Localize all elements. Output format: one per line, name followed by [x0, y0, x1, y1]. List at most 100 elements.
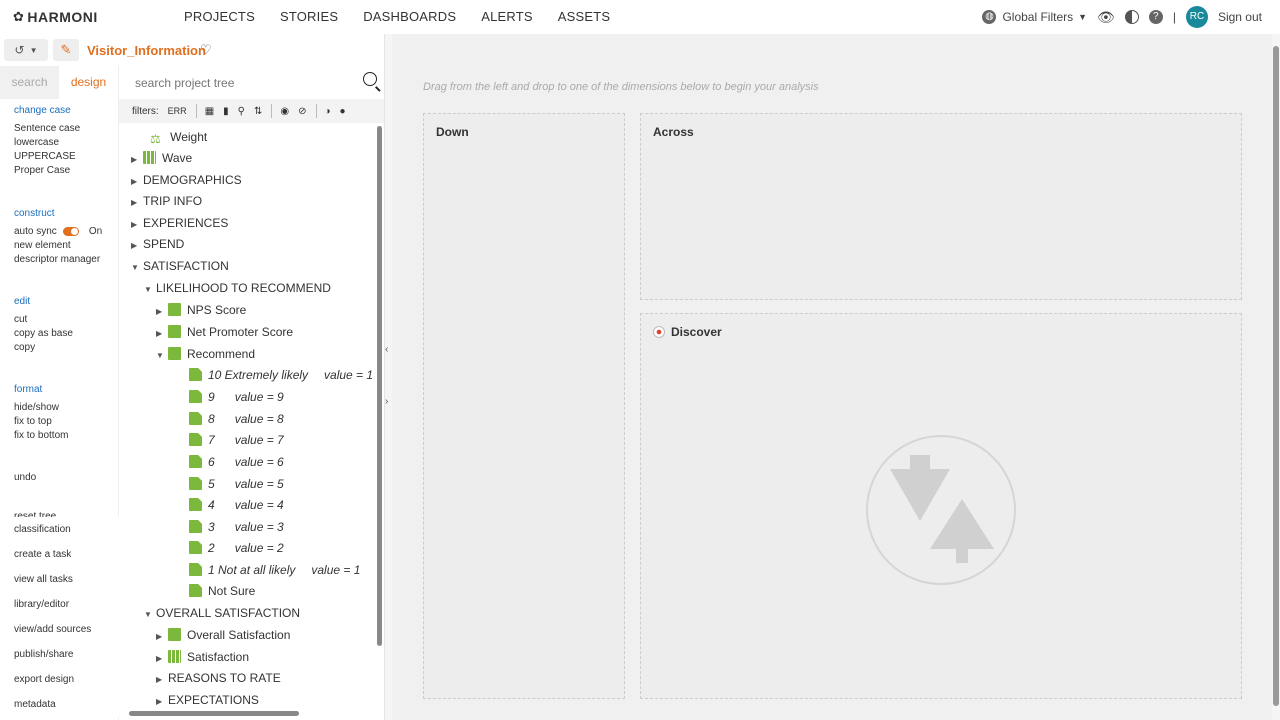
search-icon[interactable] — [363, 72, 377, 86]
chevron-right-icon[interactable]: ▶ — [131, 150, 143, 170]
tree-node[interactable]: ▶ SPEND — [131, 234, 184, 254]
chevron-right-icon[interactable]: ▶ — [156, 670, 168, 690]
signout-link[interactable]: Sign out — [1218, 10, 1262, 24]
chevron-right-icon[interactable]: ▶ — [131, 236, 143, 256]
tree-node[interactable]: ▶ EXPECTATIONS — [156, 690, 259, 710]
project-name[interactable]: Visitor_Information — [87, 43, 206, 58]
tree-node[interactable]: 1 Not at all likely value = 1 — [189, 560, 360, 580]
contrast-filter-icon[interactable]: ◑ — [325, 106, 331, 117]
undo[interactable]: undo — [14, 471, 36, 485]
menu-view-all-tasks[interactable]: view all tasks — [0, 567, 119, 592]
chevron-right-icon[interactable]: ▶ — [156, 324, 168, 344]
tree-node[interactable]: 8 value = 8 — [189, 409, 284, 429]
tree-node[interactable]: 6 value = 6 — [189, 452, 284, 472]
copy-as-base[interactable]: copy as base — [14, 327, 73, 341]
tree-search-input[interactable] — [135, 74, 350, 92]
chevron-down-icon[interactable]: ▼ — [156, 346, 168, 366]
tree-node[interactable]: 3 value = 3 — [189, 517, 284, 537]
tree-node[interactable]: ▼ Recommend — [156, 344, 255, 364]
tab-search[interactable]: search — [0, 66, 59, 99]
sort-filter-icon[interactable]: ⇅ — [254, 106, 262, 117]
show-filter-icon[interactable]: ◉ — [280, 106, 289, 117]
tree-node[interactable]: 4 value = 4 — [189, 495, 284, 515]
menu-publish-share[interactable]: publish/share — [0, 642, 119, 667]
nav-alerts[interactable]: ALERTS — [481, 0, 533, 34]
new-element[interactable]: new element — [14, 239, 102, 253]
tree-node[interactable]: ▼ SATISFACTION — [131, 256, 229, 276]
filter-err[interactable]: ERR — [168, 106, 187, 116]
hide-filter-icon[interactable]: ⊘ — [298, 106, 306, 117]
chevron-right-icon[interactable]: ▶ — [131, 172, 143, 192]
fix-to-top[interactable]: fix to top — [14, 415, 68, 429]
proper-case[interactable]: Proper Case — [14, 164, 80, 178]
global-filters-button[interactable]: ◍ Global Filters ▼ — [982, 10, 1087, 24]
menu-classification[interactable]: classification — [0, 517, 119, 542]
tree-node[interactable]: ▼ OVERALL SATISFACTION — [144, 603, 300, 623]
history-button[interactable]: ↺ ▼ — [4, 39, 48, 61]
tree-node[interactable]: ⚖ Weight — [150, 127, 207, 147]
tree-node[interactable]: 5 value = 5 — [189, 474, 284, 494]
chevron-left-icon[interactable]: ‹ — [385, 344, 388, 355]
tree-node[interactable]: 7 value = 7 — [189, 430, 284, 450]
down-dropzone[interactable]: Down — [423, 113, 625, 699]
tree-node[interactable]: ▶ Overall Satisfaction — [156, 625, 290, 645]
construct-head[interactable]: construct — [14, 208, 102, 219]
chevron-down-icon[interactable]: ▼ — [131, 258, 143, 278]
sentence-case[interactable]: Sentence case — [14, 122, 80, 136]
copy[interactable]: copy — [14, 341, 73, 355]
tree-node[interactable]: 10 Extremely likely value = 1 — [189, 365, 373, 385]
panel-splitter[interactable]: ‹ › — [384, 34, 392, 720]
chevron-right-icon[interactable]: ▶ — [156, 692, 168, 710]
tree-node[interactable]: ▶ Wave — [131, 148, 192, 168]
contrast-icon[interactable] — [1124, 10, 1139, 24]
tree-node[interactable]: ▶ DEMOGRAPHICS — [131, 170, 242, 190]
auto-sync-toggle[interactable] — [62, 226, 79, 236]
grid-filter-icon[interactable]: ▦ — [205, 106, 214, 117]
user-avatar[interactable]: RC — [1185, 6, 1208, 28]
format-head[interactable]: format — [14, 384, 68, 395]
harmoni-logo[interactable]: ✿ HARMONI — [13, 9, 98, 25]
tree-vertical-scrollbar[interactable] — [377, 126, 382, 646]
chevron-right-icon[interactable]: › — [385, 396, 388, 407]
tree-node[interactable]: ▶ EXPERIENCES — [131, 213, 228, 233]
menu-view-add-sources[interactable]: view/add sources — [0, 617, 119, 642]
menu-metadata[interactable]: metadata — [0, 692, 119, 717]
eye-icon[interactable]: 👁 — [1097, 9, 1115, 26]
tree-node[interactable]: ▶ TRIP INFO — [131, 191, 202, 211]
menu-library-editor[interactable]: library/editor — [0, 592, 119, 617]
chevron-right-icon[interactable]: ▶ — [131, 193, 143, 213]
chevron-right-icon[interactable]: ▶ — [156, 627, 168, 647]
tree-node[interactable]: ▶ Net Promoter Score — [156, 322, 293, 342]
nav-stories[interactable]: STORIES — [280, 0, 338, 34]
tree-node[interactable]: ▶ REASONS TO RATE — [156, 668, 281, 688]
hide-show[interactable]: hide/show — [14, 401, 68, 415]
tree-node[interactable]: Not Sure — [189, 581, 255, 601]
nav-projects[interactable]: PROJECTS — [184, 0, 255, 34]
descriptor-manager[interactable]: descriptor manager — [14, 253, 102, 267]
menu-create-task[interactable]: create a task — [0, 542, 119, 567]
menu-export-design[interactable]: export design — [0, 667, 119, 692]
pin-filter-icon[interactable]: ⚲ — [238, 106, 245, 117]
column-filter-icon[interactable]: ▮ — [223, 106, 229, 117]
nav-assets[interactable]: ASSETS — [558, 0, 611, 34]
tree-node[interactable]: 2 value = 2 — [189, 538, 284, 558]
tree-node[interactable]: 9 value = 9 — [189, 387, 284, 407]
edit-head[interactable]: edit — [14, 296, 73, 307]
tree-node[interactable]: ▶ NPS Score — [156, 300, 246, 320]
invert-filter-icon[interactable]: ● — [340, 106, 346, 117]
change-case-head[interactable]: change case — [14, 105, 80, 116]
chevron-right-icon[interactable]: ▶ — [156, 302, 168, 322]
lowercase[interactable]: lowercase — [14, 136, 80, 150]
chevron-down-icon[interactable]: ▼ — [144, 605, 156, 625]
tab-design[interactable]: design — [59, 66, 118, 99]
uppercase[interactable]: UPPERCASE — [14, 150, 80, 164]
cut[interactable]: cut — [14, 313, 73, 327]
chevron-down-icon[interactable]: ▼ — [144, 280, 156, 300]
tree-horizontal-scrollbar[interactable] — [129, 711, 299, 716]
page-scrollbar[interactable] — [1272, 34, 1280, 720]
help-icon[interactable]: ? — [1148, 10, 1163, 24]
nav-dashboards[interactable]: DASHBOARDS — [363, 0, 456, 34]
heart-icon[interactable]: ♡ — [200, 42, 212, 58]
tree-node[interactable]: ▼ LIKELIHOOD TO RECOMMEND — [144, 278, 331, 298]
pencil-icon[interactable]: ✎ — [53, 39, 79, 61]
